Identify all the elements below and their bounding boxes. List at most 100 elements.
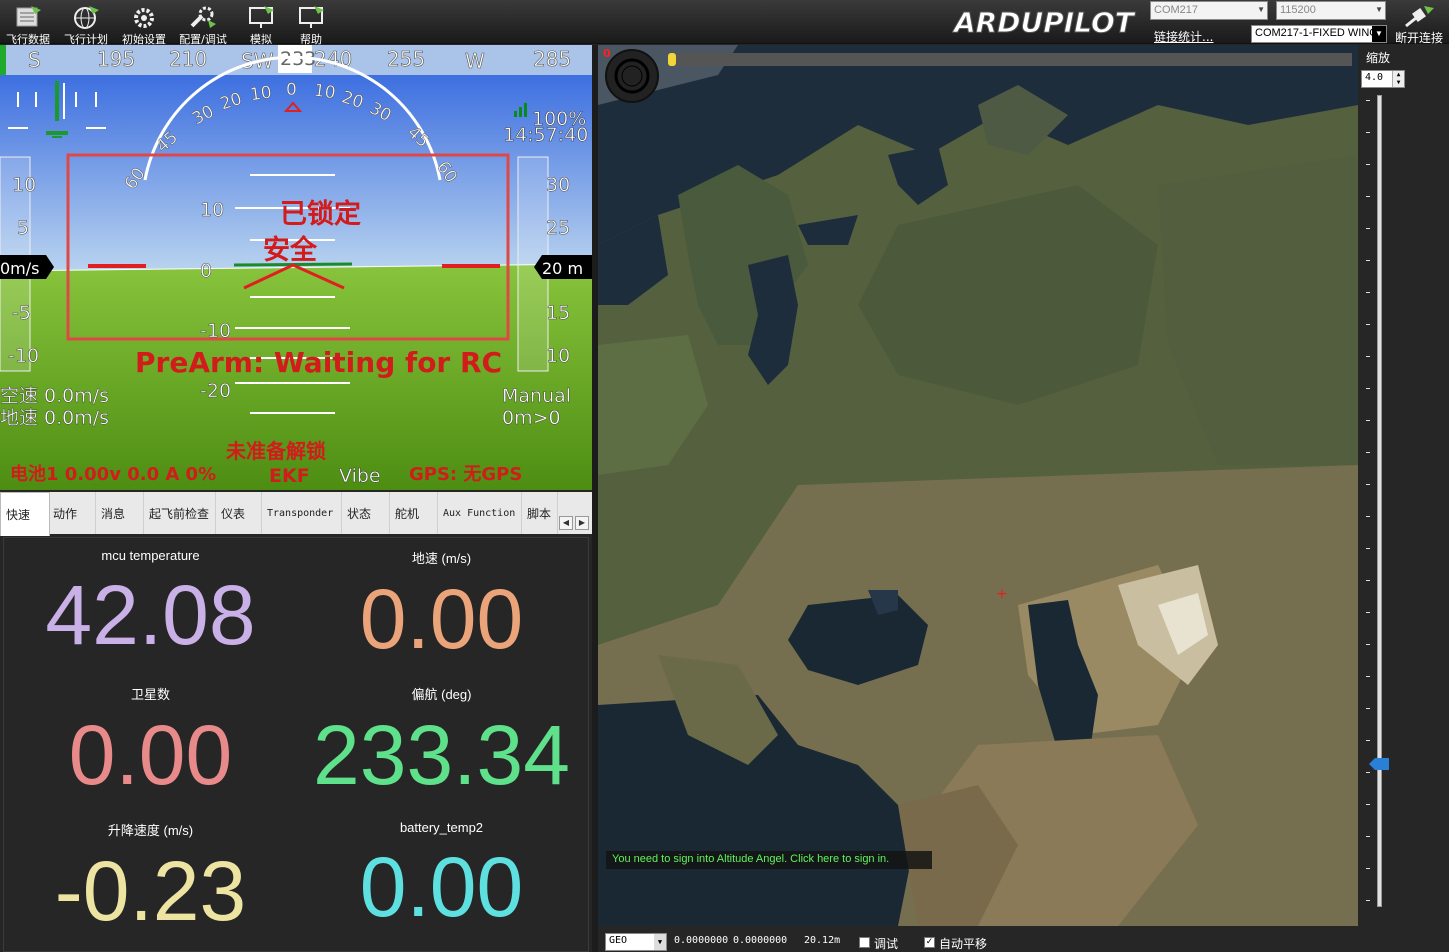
tab-aux-function[interactable]: Aux Function (438, 492, 522, 534)
map-timeline-thumb[interactable] (668, 53, 676, 66)
quick-item-label: 升降速度 (m/s) (107, 823, 194, 838)
link-stats-link[interactable]: 链接统计... (1154, 28, 1213, 45)
zoom-label: 缩放 (1365, 51, 1390, 65)
quick-item-value: 0.00 (359, 572, 524, 666)
chevron-down-icon: ▼ (1375, 5, 1383, 14)
flight-data-button[interactable]: 飞行数据 (0, 0, 56, 46)
zoom-tick (1366, 164, 1370, 165)
tab-transponder[interactable]: Transponder (262, 492, 342, 534)
baud-value: 115200 (1280, 4, 1316, 16)
zoom-slider-track[interactable] (1377, 95, 1382, 907)
cursor-latitude: 0.0000000 (674, 935, 729, 946)
speed-label: -10 (8, 345, 39, 367)
heading-label-255: 255 (387, 47, 425, 71)
quick-item-label: battery_temp2 (399, 820, 484, 835)
groundspeed-readout: 地速 0.0m/s (0, 407, 109, 429)
map-timeline-scrollbar[interactable] (668, 53, 1352, 66)
wp-distance: 0m>0 (502, 407, 561, 429)
cursor-longitude: 0.0000000 (733, 935, 788, 946)
speed-label: 10 (12, 174, 36, 196)
mission-planner-window: 飞行数据 飞行计划 初始设置 配置/调试 模拟 帮助 ARDUPILOT COM… (0, 0, 1449, 952)
tab-scripts[interactable]: 脚本 (522, 492, 558, 534)
quick-item-value: 0.00 (359, 840, 524, 934)
help-button[interactable]: 帮助 (283, 0, 339, 46)
zoom-tick (1366, 484, 1370, 485)
zoom-spinner-icon[interactable]: ▲ ▼ (1392, 71, 1404, 87)
map-compass-icon[interactable] (604, 48, 660, 104)
zoom-tick (1366, 100, 1370, 101)
target-crosshair-icon: + (996, 586, 1008, 602)
roll-label: 10 (313, 81, 337, 104)
safety-status: 安全 (263, 234, 318, 266)
tab-gauges[interactable]: 仪表 (216, 492, 262, 534)
pitch-label: 10 (200, 199, 224, 221)
zoom-input[interactable]: 4.0 ▲ ▼ (1361, 70, 1405, 88)
quick-item[interactable]: mcu temperature 42.08 (4, 548, 297, 663)
zoom-tick (1366, 196, 1370, 197)
heading-label-S: S (28, 48, 41, 72)
data-tabs: 快速 动作 消息 起飞前检查 仪表 Transponder 状态 舵机 Aux … (0, 492, 592, 536)
monitor-help-icon (299, 6, 324, 28)
speed-label: 5 (17, 217, 29, 239)
hud-display[interactable]: S 195 210 SW 240 255 W 285 233 60 45 30 … (0, 45, 592, 490)
port-value: COM217 (1154, 4, 1199, 16)
satellite-map-tiles (598, 45, 1358, 926)
quick-item-label: 卫星数 (130, 687, 170, 702)
config-tuning-button[interactable]: 配置/调试 (175, 0, 231, 46)
altitude-angel-banner[interactable]: You need to sign into Altitude Angel. Cl… (606, 851, 932, 869)
autopan-checkbox[interactable]: ✓ (924, 937, 935, 948)
quick-item-label: 偏航 (deg) (411, 687, 472, 702)
disconnect-label: 断开连接 (1394, 31, 1443, 45)
simulation-button[interactable]: 模拟 (233, 0, 289, 46)
map-view[interactable] (598, 45, 1358, 926)
flight-mode: Manual (502, 385, 571, 407)
coord-system-select[interactable]: GEO ▼ (605, 933, 667, 951)
tab-scroll-left-button[interactable]: ◀ (559, 516, 573, 530)
tab-preflight[interactable]: 起飞前检查 (144, 492, 216, 534)
zoom-tick (1366, 292, 1370, 293)
initial-setup-button[interactable]: 初始设置 (116, 0, 172, 46)
zoom-slider-thumb[interactable] (1369, 758, 1389, 770)
zoom-tick (1366, 836, 1370, 837)
tab-quick[interactable]: 快速 (0, 492, 50, 536)
cursor-altitude: 20.12m (804, 935, 841, 946)
quick-item[interactable]: 地速 (m/s) 0.00 (295, 548, 588, 667)
heading-label-210: 210 (169, 47, 207, 71)
flight-data-icon (16, 6, 41, 27)
quick-view-panel: mcu temperature 42.08 地速 (m/s) 0.00 卫星数 … (3, 537, 589, 952)
tab-actions[interactable]: 动作 (48, 492, 96, 534)
zoom-tick (1366, 132, 1370, 133)
zoom-tick (1366, 740, 1370, 741)
quick-item-value: 0.00 (68, 708, 233, 802)
heading-marker (0, 45, 6, 75)
gear-icon (134, 8, 154, 28)
heading-label-W: W (465, 49, 485, 73)
tab-servo[interactable]: 舵机 (390, 492, 438, 534)
zoom-tick (1366, 452, 1370, 453)
zoom-tick (1366, 516, 1370, 517)
tab-scroll-right-button[interactable]: ▶ (575, 516, 589, 530)
quick-item[interactable]: 升降速度 (m/s) -0.23 (4, 820, 297, 939)
debug-checkbox[interactable] (859, 937, 870, 948)
vehicle-select[interactable]: COM217-1-FIXED WING ▼ (1251, 25, 1387, 43)
ekf-indicator[interactable]: EKF (269, 465, 310, 487)
debug-label: 调试 (874, 937, 899, 951)
tab-messages[interactable]: 消息 (96, 492, 144, 534)
alt-label: 10 (546, 345, 570, 367)
tab-status[interactable]: 状态 (342, 492, 390, 534)
monitor-plane-icon (249, 6, 274, 28)
quick-item[interactable]: 偏航 (deg) 233.34 (295, 684, 588, 803)
zoom-value: 4.0 (1365, 72, 1384, 83)
vibe-indicator[interactable]: Vibe (339, 465, 381, 487)
logo-text: ARDUPILOT (952, 6, 1136, 38)
disconnect-button[interactable]: 断开连接 (1392, 0, 1446, 45)
quick-item[interactable]: 卫星数 0.00 (4, 684, 297, 803)
chevron-down-icon: ▼ (1372, 26, 1386, 42)
flight-plan-button[interactable]: 飞行计划 (58, 0, 114, 46)
port-select[interactable]: COM217 ▼ (1150, 1, 1268, 20)
baud-select[interactable]: 115200 ▼ (1276, 1, 1386, 20)
zoom-tick (1366, 868, 1370, 869)
speed-current: 0m/s (0, 259, 40, 278)
quick-item-value: -0.23 (54, 844, 247, 938)
quick-item[interactable]: battery_temp2 0.00 (295, 820, 588, 935)
